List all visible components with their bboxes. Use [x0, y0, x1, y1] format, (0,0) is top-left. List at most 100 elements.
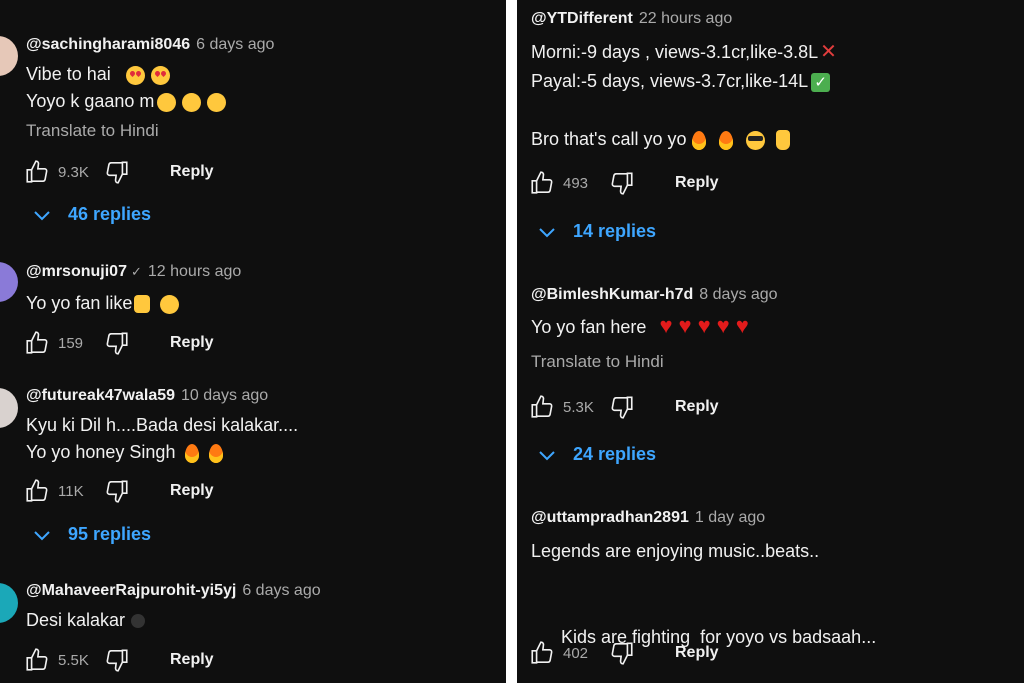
thumbs-up-icon[interactable] [24, 330, 50, 356]
sunglasses-emoji-icon [745, 130, 765, 150]
comment-username[interactable]: @futureak47wala59 [26, 387, 175, 404]
comment-line: Yoyo k gaano m [26, 91, 155, 111]
avatar[interactable] [0, 36, 18, 76]
thumbs-up-icon[interactable] [24, 647, 50, 673]
red-heart-emoji-icon: ♥ [697, 313, 711, 338]
reply-button[interactable]: Reply [170, 651, 214, 669]
comment-timestamp[interactable]: 10 days ago [181, 387, 268, 404]
fire-emoji-icon [691, 130, 706, 150]
view-replies-button[interactable]: 14 replies [539, 221, 656, 242]
avatar[interactable] [0, 388, 18, 428]
like-count: 159 [58, 334, 84, 352]
comment-header: @BimleshKumar-h7d 8 days ago [531, 285, 778, 305]
like-count: 11K [58, 482, 84, 500]
red-heart-emoji-icon: ♥ [659, 313, 673, 338]
thumbs-down-icon[interactable] [609, 640, 635, 666]
comment-username[interactable]: @uttampradhan2891 [531, 509, 689, 526]
comment-actions: 5.5K Reply [24, 646, 214, 674]
chevron-down-icon [34, 530, 50, 540]
thumbs-up-icon[interactable] [529, 640, 555, 666]
comment-actions: 402 Reply [529, 639, 719, 667]
reply-button[interactable]: Reply [170, 163, 214, 181]
thumbs-up-icon[interactable] [24, 478, 50, 504]
thumbs-down-icon[interactable] [104, 478, 130, 504]
comment-text: Yo yo fan like [26, 289, 182, 317]
thumbs-down-icon[interactable] [104, 647, 130, 673]
comment-line: Legends are enjoying music..beats.. [531, 541, 820, 561]
comment-header: @mrsonuji07 ✓ 12 hours ago [26, 262, 241, 282]
comment-actions: 9.3K Reply [24, 158, 214, 186]
thumbs-up-emoji-icon [134, 295, 151, 314]
comment-actions: 11K Reply [24, 477, 214, 505]
chevron-down-icon [34, 210, 50, 220]
check-mark-emoji-icon: ✓ [811, 72, 831, 92]
thumbs-down-icon[interactable] [609, 170, 635, 196]
like-count: 5.3K [563, 398, 594, 416]
comment-username[interactable]: @sachingharami8046 [26, 36, 190, 53]
fire-emoji-icon [185, 443, 200, 463]
translate-link[interactable]: Translate to Hindi [26, 120, 159, 142]
red-heart-emoji-icon: ♥ [716, 313, 730, 338]
reply-button[interactable]: Reply [170, 482, 214, 500]
comment-header: @uttampradhan2891 1 day ago [531, 508, 765, 528]
reply-button[interactable]: Reply [675, 644, 719, 662]
comment-timestamp[interactable]: 6 days ago [196, 36, 274, 53]
comment-text: Payal:-5 days, views-3.7cr,like-14L ✓ [531, 67, 831, 95]
comment-header: @MahaveerRajpurohit-yi5yj 6 days ago [26, 581, 321, 601]
thumbs-down-icon[interactable] [104, 159, 130, 185]
comment-line: Vibe to hai [26, 64, 111, 84]
comment-timestamp[interactable]: 12 hours ago [148, 263, 241, 280]
rofl-emoji-icon [207, 92, 227, 112]
replies-count: 46 replies [68, 204, 152, 224]
comment-text: Yoyo k gaano m [26, 87, 229, 115]
comment-timestamp[interactable]: 8 days ago [699, 286, 777, 303]
rock-on-emoji-icon [775, 130, 790, 151]
like-count: 493 [563, 174, 589, 192]
translate-link[interactable]: Translate to Hindi [531, 351, 664, 373]
view-replies-button[interactable]: 24 replies [539, 444, 656, 465]
comment-line: Yo yo fan here [531, 317, 647, 337]
thumbs-down-icon[interactable] [104, 330, 130, 356]
comment-text: Bro that's call yo yo [531, 125, 794, 153]
comment-text: Vibe to hai [26, 60, 173, 88]
thumbs-up-icon[interactable] [529, 394, 555, 420]
comment-username[interactable]: @YTDifferent [531, 10, 633, 27]
comment-text: Yo yo fan here ♥ ♥ ♥ ♥ ♥ [531, 313, 752, 341]
thumbs-up-icon[interactable] [529, 170, 555, 196]
rofl-emoji-icon [157, 92, 177, 112]
comment-timestamp[interactable]: 22 hours ago [639, 10, 732, 27]
comment-line: Morni:-9 days , views-3.1cr,like-3.8L [531, 42, 819, 62]
comment-timestamp[interactable]: 6 days ago [242, 582, 320, 599]
comment-line: Yo yo honey Singh [26, 442, 176, 462]
reply-button[interactable]: Reply [675, 398, 719, 416]
avatar[interactable] [0, 583, 18, 623]
comment-line: Desi kalakar [26, 610, 126, 630]
view-replies-button[interactable]: 95 replies [34, 524, 151, 545]
like-count: 9.3K [58, 163, 89, 181]
chevron-down-icon [539, 227, 555, 237]
comment-header: @YTDifferent 22 hours ago [531, 9, 732, 29]
comment-text: Morni:-9 days , views-3.1cr,like-3.8L ✕ [531, 38, 837, 66]
reply-button[interactable]: Reply [170, 334, 214, 352]
view-replies-button[interactable]: 46 replies [34, 204, 151, 225]
thumbs-down-icon[interactable] [609, 394, 635, 420]
comments-panel-left: @sachingharami8046 6 days ago Vibe to hai… [0, 0, 506, 683]
bomb-emoji-icon [131, 614, 146, 629]
comment-username[interactable]: @BimleshKumar-h7d [531, 286, 693, 303]
comment-username[interactable]: @mrsonuji07 [26, 263, 127, 280]
comment-username[interactable]: @MahaveerRajpurohit-yi5yj [26, 582, 236, 599]
comment-line: Yo yo fan like [26, 293, 133, 313]
thumbs-up-icon[interactable] [24, 159, 50, 185]
comment-timestamp[interactable]: 1 day ago [695, 509, 765, 526]
red-heart-emoji-icon: ♥ [735, 313, 749, 338]
comment-text: Desi kalakar [26, 606, 146, 634]
comment-header: @sachingharami8046 6 days ago [26, 35, 274, 55]
comment-line: Payal:-5 days, views-3.7cr,like-14L [531, 71, 809, 91]
avatar[interactable] [0, 262, 18, 302]
reply-button[interactable]: Reply [675, 174, 719, 192]
replies-count: 14 replies [573, 221, 657, 241]
chevron-down-icon [539, 450, 555, 460]
cross-mark-emoji-icon: ✕ [820, 41, 837, 63]
red-heart-emoji-icon: ♥ [678, 313, 692, 338]
kissing-emoji-icon [160, 294, 180, 314]
